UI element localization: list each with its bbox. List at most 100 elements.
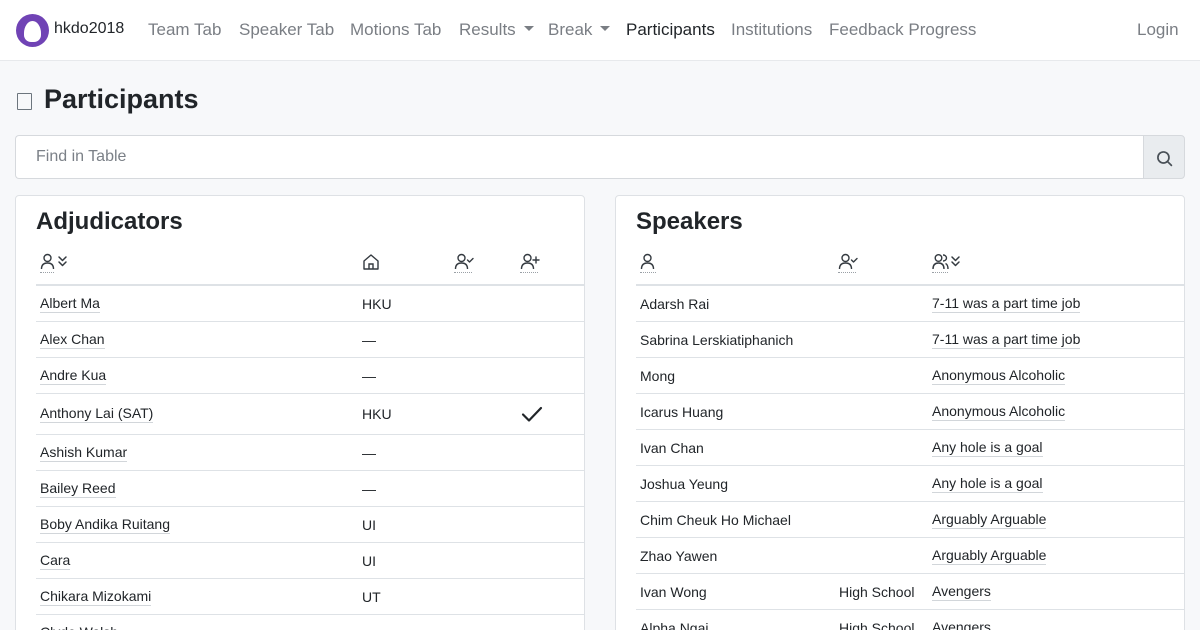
speakers-table-body: Adarsh Rai 7-11 was a part time job Sabrin… <box>636 286 1184 630</box>
nav-results-label: Results <box>459 20 516 39</box>
speaker-name: Icarus Huang <box>640 403 724 420</box>
institution-icon <box>363 254 379 270</box>
nav-team-tab[interactable]: Team Tab <box>148 20 221 40</box>
speakers-table-header <box>636 246 1184 286</box>
speaker-row: Joshua Yeung Any hole is a goal <box>636 466 1184 502</box>
adjudicator-institution: HKU <box>362 295 392 312</box>
adjudicator-row: Chikara Mizokami UT <box>36 579 584 615</box>
speakers-table: Adarsh Rai 7-11 was a part time job Sabrin… <box>636 246 1184 630</box>
nav-speaker-tab[interactable]: Speaker Tab <box>239 20 334 40</box>
top-navbar: hkdo2018 Team Tab Speaker Tab Motions Ta… <box>0 0 1200 61</box>
sort-by-team-header[interactable] <box>932 253 964 273</box>
speakers-title: Speakers <box>636 208 743 235</box>
adjudicator-name-link[interactable]: Anthony Lai (SAT) <box>40 405 154 423</box>
search-input[interactable] <box>15 135 1144 179</box>
adjudicator-row: Ashish Kumar — <box>36 435 584 471</box>
checkmark-icon <box>521 406 543 422</box>
adjudicator-row: Boby Andika Ruitang UI <box>36 507 584 543</box>
adjudicator-name-link[interactable]: Clyde Walsh <box>40 624 118 630</box>
adjudicator-name-link[interactable]: Albert Ma <box>40 295 100 313</box>
nav-motions-tab[interactable]: Motions Tab <box>350 20 441 40</box>
adjudicators-table-body: Albert Ma HKU Alex Chan — Andre Kua — Anthony … <box>36 286 584 630</box>
nav-institutions[interactable]: Institutions <box>731 20 812 40</box>
adjudicator-row: Bailey Reed — <box>36 471 584 507</box>
login-link[interactable]: Login <box>1137 20 1179 40</box>
speaker-name: Adarsh Rai <box>640 295 710 312</box>
institution-header[interactable] <box>362 253 380 271</box>
team-sort-icon <box>932 254 960 270</box>
speaker-category-header[interactable] <box>838 253 858 273</box>
adjudicator-name-link[interactable]: Alex Chan <box>40 331 105 349</box>
adjudicator-row: Andre Kua — <box>36 358 584 394</box>
speaker-category: High School <box>839 619 915 630</box>
adjudicators-table-header <box>36 246 584 286</box>
speaker-row: Ivan Chan Any hole is a goal <box>636 430 1184 466</box>
adjudicator-institution: — <box>362 331 376 348</box>
user-check-icon <box>838 253 858 270</box>
adjudicator-row: Albert Ma HKU <box>36 286 584 322</box>
page-title: Participants <box>44 84 199 114</box>
speaker-name: Ivan Chan <box>640 439 704 456</box>
speaker-name: Zhao Yawen <box>640 547 718 564</box>
adjudicator-name-link[interactable]: Cara <box>40 552 71 570</box>
chevron-down-icon <box>600 26 611 31</box>
adjudicator-institution: — <box>362 444 376 461</box>
adjudicators-table: Albert Ma HKU Alex Chan — Andre Kua — Anthony … <box>36 246 584 630</box>
speaker-name: Sabrina Lerskiatiphanich <box>640 331 794 348</box>
speaker-category: High School <box>839 583 915 600</box>
adjudicator-institution: UI <box>362 552 376 569</box>
speaker-row: Sabrina Lerskiatiphanich 7-11 was a part … <box>636 322 1184 358</box>
speaker-team-link[interactable]: Avengers <box>932 619 991 630</box>
adjudicator-name-link[interactable]: Chikara Mizokami <box>40 588 152 606</box>
adjudicator-name-link[interactable]: Andre Kua <box>40 367 107 385</box>
adjudicator-row: Anthony Lai (SAT) HKU <box>36 394 584 435</box>
nav-feedback-progress[interactable]: Feedback Progress <box>829 20 976 40</box>
speaker-team-link[interactable]: Anonymous Alcoholic <box>932 367 1066 385</box>
speaker-team-link[interactable]: 7-11 was a part time job <box>932 331 1081 349</box>
speakers-card: Speakers Adarsh Rai 7-11 was a part time… <box>615 195 1185 630</box>
speaker-team-link[interactable]: Arguably Arguable <box>932 511 1047 529</box>
nav-break-dropdown[interactable]: Break <box>548 20 611 40</box>
brand-name[interactable]: hkdo2018 <box>54 20 124 38</box>
speaker-row: Adarsh Rai 7-11 was a part time job <box>636 286 1184 322</box>
brand-logo-icon[interactable] <box>16 14 49 47</box>
checked-in-header[interactable] <box>454 253 474 273</box>
adjudicator-row: Alex Chan — <box>36 322 584 358</box>
speaker-row: Mong Anonymous Alcoholic <box>636 358 1184 394</box>
nav-participants[interactable]: Participants <box>626 20 715 40</box>
sort-by-name-header[interactable] <box>40 253 70 273</box>
user-check-icon <box>454 253 474 270</box>
speaker-name: Ivan Wong <box>640 583 707 600</box>
nav-results-dropdown[interactable]: Results <box>459 20 534 40</box>
speaker-row: Chim Cheuk Ho Michael Arguably Arguable <box>636 502 1184 538</box>
added-header[interactable] <box>520 253 540 273</box>
user-plus-icon <box>520 253 540 270</box>
search-icon <box>1157 151 1173 167</box>
chevron-down-icon <box>523 26 534 31</box>
adjudicator-name-link[interactable]: Boby Andika Ruitang <box>40 516 170 534</box>
adjudicator-institution: UT <box>362 588 381 605</box>
speaker-name: Mong <box>640 367 676 384</box>
adjudicator-institution: — <box>362 367 376 384</box>
speaker-row: Ivan Wong High School Avengers <box>636 574 1184 610</box>
adjudicator-institution: UI <box>362 516 376 533</box>
adjudicator-institution: — <box>362 480 376 497</box>
speaker-team-link[interactable]: Any hole is a goal <box>932 475 1043 493</box>
speaker-team-link[interactable]: Avengers <box>932 583 991 601</box>
adjudicator-institution: HKU <box>362 406 392 422</box>
speaker-team-link[interactable]: 7-11 was a part time job <box>932 295 1081 313</box>
speaker-name: Chim Cheuk Ho Michael <box>640 511 791 528</box>
adjudicator-row: Clyde Walsh <box>36 615 584 630</box>
user-sort-icon <box>40 253 67 270</box>
speaker-row: Alpha Ngai High School Avengers <box>636 610 1184 630</box>
adjudicators-card: Adjudicators Albert Ma HKU Alex Chan — A… <box>15 195 585 630</box>
adjudicator-name-link[interactable]: Ashish Kumar <box>40 444 128 462</box>
search-button[interactable] <box>1143 135 1185 179</box>
speaker-team-link[interactable]: Any hole is a goal <box>932 439 1043 457</box>
speaker-name-header[interactable] <box>640 253 656 273</box>
clipboard-icon <box>17 93 32 110</box>
speaker-team-link[interactable]: Anonymous Alcoholic <box>932 403 1066 421</box>
speaker-team-link[interactable]: Arguably Arguable <box>932 547 1047 565</box>
adjudicator-name-link[interactable]: Bailey Reed <box>40 480 116 498</box>
speaker-row: Icarus Huang Anonymous Alcoholic <box>636 394 1184 430</box>
